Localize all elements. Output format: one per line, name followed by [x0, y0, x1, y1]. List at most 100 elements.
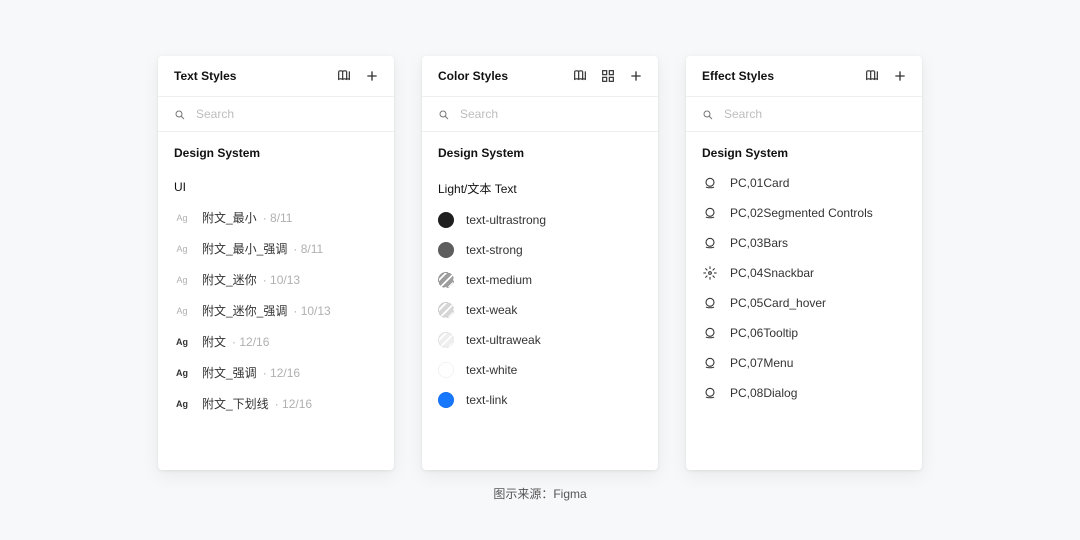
shadow-effect-icon [702, 175, 718, 191]
section-label: Design System [158, 132, 394, 168]
search-input[interactable] [460, 107, 642, 121]
type-swatch-icon: Ag [174, 368, 190, 378]
grid-view-icon[interactable] [600, 68, 616, 84]
add-icon[interactable] [892, 68, 908, 84]
search-icon [174, 108, 186, 120]
item-label: PC,04Snackbar [730, 266, 814, 280]
item-label: 附文_下划线 [202, 395, 269, 412]
add-icon[interactable] [628, 68, 644, 84]
group-label: UI [158, 168, 394, 202]
item-label: PC,05Card_hover [730, 296, 826, 310]
library-icon[interactable] [572, 68, 588, 84]
item-meta: · 12/16 [263, 366, 300, 380]
group-label: Light/文本 Text [422, 168, 658, 205]
item-label: PC,08Dialog [730, 386, 797, 400]
text-style-list: Ag 附文_最小 · 8/11 Ag 附文_最小_强调 · 8/11 Ag 附文_迷你 · 10… [158, 202, 394, 470]
blur-effect-icon [702, 265, 718, 281]
color-swatch-icon [438, 392, 454, 408]
effect-style-item[interactable]: PC,02Segmented Controls [686, 198, 922, 228]
item-meta: · 10/13 [263, 273, 300, 287]
panel-title: Color Styles [438, 69, 508, 83]
type-swatch-icon: Ag [174, 399, 190, 409]
color-style-item[interactable]: text-link [422, 385, 658, 415]
item-label: text-ultrastrong [466, 213, 546, 227]
effect-style-item[interactable]: PC,08Dialog [686, 378, 922, 408]
caption: 图示来源：Figma [0, 485, 1080, 502]
panel-title: Effect Styles [702, 69, 774, 83]
effect-styles-panel: Effect Styles Design System PC,01CardPC,… [686, 56, 922, 470]
text-styles-panel: Text Styles Design System UI Ag 附文_最小 · 8/… [158, 56, 394, 470]
type-swatch-icon: Ag [174, 337, 190, 347]
search-row [158, 97, 394, 132]
panel-header: Effect Styles [686, 56, 922, 97]
color-style-item[interactable]: text-medium [422, 265, 658, 295]
text-style-item[interactable]: Ag 附文_下划线 · 12/16 [158, 388, 394, 419]
item-label: 附文_最小_强调 [202, 240, 287, 257]
item-label: PC,07Menu [730, 356, 793, 370]
search-icon [702, 108, 714, 120]
color-style-list: text-ultrastrong text-strongtext-medium te… [422, 205, 658, 470]
panel-header: Color Styles [422, 56, 658, 97]
text-style-item[interactable]: Ag 附文_迷你 · 10/13 [158, 264, 394, 295]
text-style-item[interactable]: Ag 附文_迷你_强调 · 10/13 [158, 295, 394, 326]
item-meta: · 8/11 [263, 211, 293, 225]
text-style-item[interactable]: Ag 附文_强调 · 12/16 [158, 357, 394, 388]
effect-style-item[interactable]: PC,07Menu [686, 348, 922, 378]
item-label: text-link [466, 393, 507, 407]
effect-style-item[interactable]: PC,06Tooltip [686, 318, 922, 348]
section-label: Design System [422, 132, 658, 168]
shadow-effect-icon [702, 355, 718, 371]
color-style-item[interactable]: text-white [422, 355, 658, 385]
color-style-item[interactable]: text-strong [422, 235, 658, 265]
item-label: text-ultraweak [466, 333, 541, 347]
effect-style-item[interactable]: PC,05Card_hover [686, 288, 922, 318]
item-label: PC,01Card [730, 176, 789, 190]
text-style-item[interactable]: Ag附文· 12/16 [158, 326, 394, 357]
type-swatch-icon: Ag [174, 244, 190, 254]
item-label: PC,03Bars [730, 236, 788, 250]
text-style-item[interactable]: Ag 附文_最小_强调 · 8/11 [158, 233, 394, 264]
shadow-effect-icon [702, 235, 718, 251]
effect-style-item[interactable]: PC,04Snackbar [686, 258, 922, 288]
search-input[interactable] [196, 107, 378, 121]
library-icon[interactable] [864, 68, 880, 84]
panels-row: Text Styles Design System UI Ag 附文_最小 · 8/… [0, 0, 1080, 470]
add-icon[interactable] [364, 68, 380, 84]
item-label: 附文_最小 [202, 209, 257, 226]
color-style-item[interactable]: text-weak [422, 295, 658, 325]
shadow-effect-icon [702, 325, 718, 341]
type-swatch-icon: Ag [174, 306, 190, 316]
library-icon[interactable] [336, 68, 352, 84]
item-label: 附文_迷你 [202, 271, 257, 288]
shadow-effect-icon [702, 205, 718, 221]
item-label: text-weak [466, 303, 517, 317]
item-label: PC,02Segmented Controls [730, 206, 873, 220]
shadow-effect-icon [702, 295, 718, 311]
color-style-item[interactable]: text-ultrastrong [422, 205, 658, 235]
panel-title: Text Styles [174, 69, 236, 83]
item-label: 附文 [202, 333, 226, 350]
color-swatch-icon [438, 362, 454, 378]
panel-actions [572, 68, 644, 84]
item-label: 附文_迷你_强调 [202, 302, 287, 319]
type-swatch-icon: Ag [174, 275, 190, 285]
item-meta: · 10/13 [293, 304, 330, 318]
panel-actions [864, 68, 908, 84]
search-icon [438, 108, 450, 120]
type-swatch-icon: Ag [174, 213, 190, 223]
color-swatch-icon [438, 272, 454, 288]
item-meta: · 12/16 [275, 397, 312, 411]
shadow-effect-icon [702, 385, 718, 401]
item-label: text-white [466, 363, 517, 377]
search-row [686, 97, 922, 132]
effect-style-list: PC,01Card PC,02Segmented Controls PC,03Bar… [686, 168, 922, 470]
text-style-item[interactable]: Ag 附文_最小 · 8/11 [158, 202, 394, 233]
item-label: 附文_强调 [202, 364, 257, 381]
item-meta: · 8/11 [293, 242, 323, 256]
color-swatch-icon [438, 212, 454, 228]
effect-style-item[interactable]: PC,03Bars [686, 228, 922, 258]
search-input[interactable] [724, 107, 906, 121]
color-style-item[interactable]: text-ultraweak [422, 325, 658, 355]
color-swatch-icon [438, 302, 454, 318]
effect-style-item[interactable]: PC,01Card [686, 168, 922, 198]
